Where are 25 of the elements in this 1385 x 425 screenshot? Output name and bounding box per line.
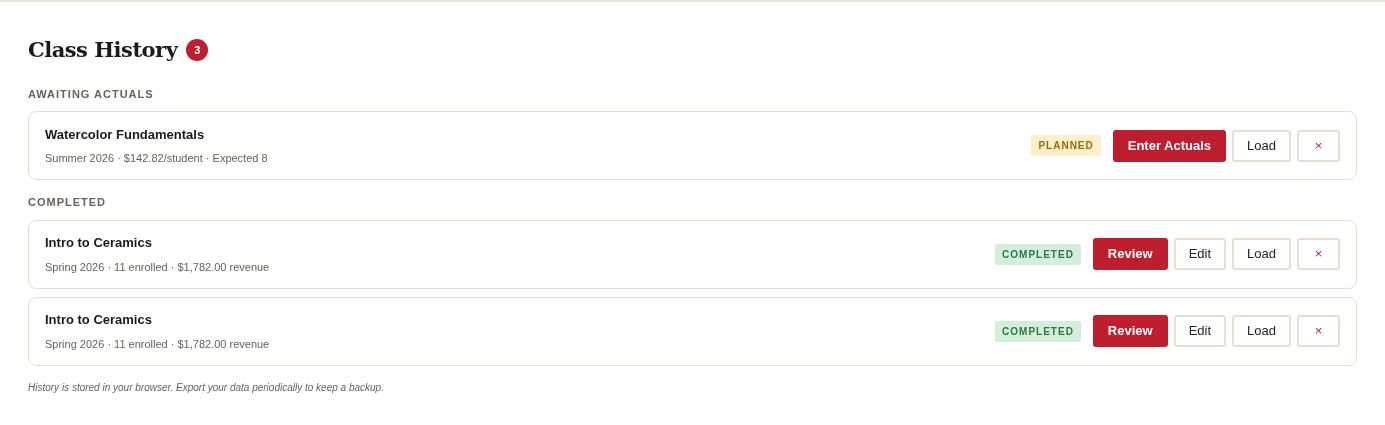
action-button[interactable]: Load: [1232, 129, 1291, 162]
delete-button[interactable]: ×: [1297, 129, 1340, 162]
status-badge: PLANNED: [1031, 135, 1101, 156]
class-details: Spring 2026 · 11 enrolled · $1,782.00 revenue: [45, 259, 270, 275]
action-button[interactable]: Enter Actuals: [1112, 129, 1227, 162]
action-button[interactable]: Load: [1232, 238, 1291, 270]
action-button[interactable]: Review: [1092, 315, 1168, 347]
action-button[interactable]: Review: [1092, 238, 1168, 270]
footer-note: History is stored in your browser. Export your data periodically to keep a backup.: [28, 380, 385, 395]
action-button[interactable]: Edit: [1173, 238, 1227, 270]
section-label: COMPLETED: [28, 195, 108, 210]
section-label: AWAITING ACTUALS: [28, 86, 155, 102]
status-badge: COMPLETED: [995, 243, 1081, 265]
class-name: Intro to Ceramics: [45, 311, 153, 329]
count-badge: 3: [186, 38, 209, 61]
class-details: Spring 2026 · 11 enrolled · $1,782.00 revenue: [45, 336, 270, 352]
action-button[interactable]: Load: [1232, 315, 1291, 347]
action-button[interactable]: Edit: [1173, 315, 1227, 347]
delete-button[interactable]: ×: [1297, 315, 1340, 347]
class-details: Summer 2026 · $142.82/student · Expected 8: [45, 151, 268, 166]
class-name: Intro to Ceramics: [45, 234, 153, 252]
status-badge: COMPLETED: [995, 320, 1081, 342]
delete-button[interactable]: ×: [1297, 238, 1340, 270]
class-name: Watercolor Fundamentals: [45, 125, 206, 144]
page-title: Class History: [28, 36, 178, 64]
